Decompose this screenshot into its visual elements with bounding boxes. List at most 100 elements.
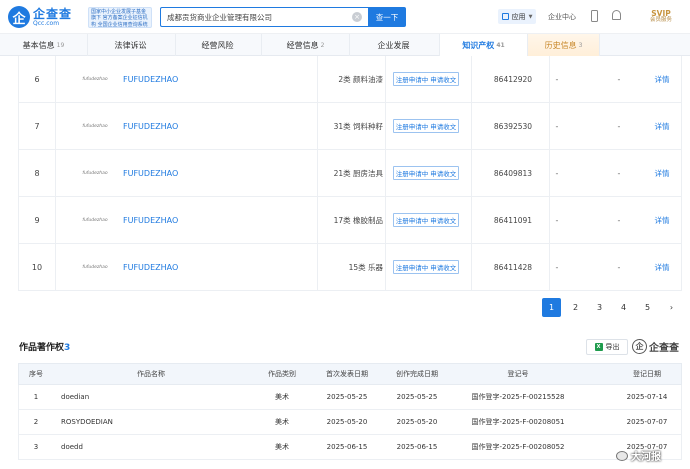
row-number: 3 [33, 443, 39, 451]
tab-legal[interactable]: 法律诉讼 [88, 34, 176, 56]
app-menu-label: 应用 [511, 12, 526, 21]
clear-icon[interactable]: × [352, 12, 362, 22]
trademark-name-link[interactable]: FUFUDEZHAO [123, 103, 253, 149]
svip-button[interactable]: SVIP 会员服务 [638, 6, 684, 28]
bell-icon[interactable] [612, 10, 621, 20]
table-row: 9 fufudezhao FUFUDEZHAO 17类 橡胶制品 注册申请中 申… [18, 197, 682, 244]
table-row: 6 fufudezhao FUFUDEZHAO 2类 颜料油漆 注册申请中 申请… [18, 56, 682, 103]
trademark-name-link[interactable]: FUFUDEZHAO [123, 244, 253, 290]
brand-logo: 企 企查查 [632, 338, 679, 355]
work-type: 美术 [275, 418, 289, 426]
weibo-icon [616, 450, 628, 461]
trademark-name-link[interactable]: FUFUDEZHAO [123, 197, 253, 243]
tab-label: 基本信息 [22, 40, 55, 50]
tab-count: 2 [320, 41, 325, 49]
phone-icon[interactable] [591, 10, 598, 22]
col-header-reg-no: 登记号 [507, 370, 529, 378]
tab-count: 19 [56, 41, 65, 49]
registration-number: 86412920 [493, 74, 533, 84]
site-logo[interactable]: 企 企查查 Qcc.com [8, 6, 72, 28]
page-4-button[interactable]: 4 [614, 298, 633, 317]
status-badge: 注册申请中 申请收文 [385, 56, 467, 102]
page-1-button[interactable]: 1 [542, 298, 561, 317]
detail-link[interactable]: 详情 [652, 56, 672, 102]
tab-label: 经营风险 [201, 40, 234, 50]
top-header: 企 企查查 Qcc.com 国家中小企业发展子基金旗下 官方备案企业征信机构 全… [0, 0, 690, 34]
trademark-image[interactable]: fufudezhao [59, 103, 131, 149]
agency: - [617, 168, 621, 178]
status-text: 注册申请中 申请收文 [392, 119, 460, 133]
svip-subtitle: 会员服务 [649, 17, 672, 24]
tab-development[interactable]: 企业发展 [350, 34, 440, 56]
table-row: 2 ROSYDOEDIAN 美术 2025-05-20 2025-05-20 国… [18, 410, 682, 435]
tab-label: 历史信息 [544, 40, 577, 50]
agency: - [617, 121, 621, 131]
watermark: 大河报 [616, 448, 661, 463]
registration-number: 国作登字-2025-F-00208052 [471, 443, 565, 451]
next-page-button[interactable]: › [662, 298, 681, 317]
row-number: 10 [31, 262, 43, 272]
table-row: 10 fufudezhao FUFUDEZHAO 15类 乐器 注册申请中 申请… [18, 244, 682, 291]
export-button[interactable]: X 导出 [586, 339, 628, 355]
tab-count: 3 [578, 41, 583, 49]
registration-date: 2025-07-14 [626, 393, 668, 401]
trademark-image[interactable]: fufudezhao [59, 244, 131, 290]
page-2-button[interactable]: 2 [566, 298, 585, 317]
status-badge: 注册申请中 申请收文 [385, 197, 467, 243]
detail-link[interactable]: 详情 [652, 244, 672, 290]
tab-basic-info[interactable]: 基本信息 19 [0, 34, 88, 56]
tab-label: 知识产权 [462, 40, 495, 50]
section-title-text: 作品著作权 [19, 343, 65, 353]
apply-date: - [555, 168, 559, 178]
trademark-image[interactable]: fufudezhao [59, 197, 131, 243]
brand-logo-icon: 企 [632, 339, 647, 354]
tab-intellectual-property[interactable]: 知识产权 41 [440, 34, 528, 56]
trademark-class: 15类 乐器 [348, 262, 383, 272]
col-header-reg-date: 登记日期 [633, 370, 661, 378]
table-row: 8 fufudezhao FUFUDEZHAO 21类 厨房洁具 注册申请中 申… [18, 150, 682, 197]
registration-number: 86392530 [493, 121, 533, 131]
registration-number: 86409813 [493, 168, 533, 178]
app-menu-button[interactable]: 应用 ▼ [498, 9, 536, 24]
col-header-type: 作品类别 [268, 370, 296, 378]
trademark-name-link[interactable]: FUFUDEZHAO [123, 150, 253, 196]
export-label: 导出 [605, 343, 620, 351]
trademark-image[interactable]: fufudezhao [59, 150, 131, 196]
copyright-table: 序号 作品名称 作品类别 首次发表日期 创作完成日期 登记号 登记日期 1 do… [18, 363, 682, 460]
detail-link[interactable]: 详情 [652, 197, 672, 243]
trademark-class: 21类 厨房洁具 [333, 168, 383, 178]
trademark-image[interactable]: fufudezhao [59, 56, 131, 102]
agency: - [617, 74, 621, 84]
registration-number: 86411428 [493, 262, 533, 272]
search-button[interactable]: 查一下 [368, 7, 406, 27]
registration-number: 国作登字-2025-F-00215528 [471, 393, 565, 401]
agency: - [617, 215, 621, 225]
watermark-text: 大河报 [631, 452, 661, 463]
page-3-button[interactable]: 3 [590, 298, 609, 317]
page-5-button[interactable]: 5 [638, 298, 657, 317]
work-type: 美术 [275, 443, 289, 451]
trademark-class: 17类 橡胶制品 [333, 215, 383, 225]
tab-operating-info[interactable]: 经营信息 2 [262, 34, 350, 56]
search-input[interactable]: 成都贡货商业企业管理有限公司 × [160, 7, 368, 27]
detail-link[interactable]: 详情 [652, 103, 672, 149]
grid-icon [501, 13, 509, 20]
work-type: 美术 [275, 393, 289, 401]
tab-operating-risk[interactable]: 经营风险 [176, 34, 262, 56]
tab-label: 企业发展 [377, 40, 410, 50]
first-publish-date: 2025-05-25 [326, 393, 368, 401]
apply-date: - [555, 121, 559, 131]
first-publish-date: 2025-06-15 [326, 443, 368, 451]
trademark-name-link[interactable]: FUFUDEZHAO [123, 56, 253, 102]
tab-history[interactable]: 历史信息 3 [528, 34, 600, 56]
status-text: 注册申请中 申请收文 [392, 72, 460, 86]
work-name: doedian [61, 393, 90, 401]
trademark-class: 31类 饲料种籽 [333, 121, 383, 131]
enterprise-center-link[interactable]: 企业中心 [548, 12, 576, 22]
slogan-badge: 国家中小企业发展子基金旗下 官方备案企业征信机构 全国企业信用查询系统 [88, 7, 152, 28]
registration-date: 2025-07-07 [626, 418, 668, 426]
detail-link[interactable]: 详情 [652, 150, 672, 196]
search-input-value: 成都贡货商业企业管理有限公司 [167, 12, 272, 22]
section-count: 3 [64, 343, 71, 353]
status-badge: 注册申请中 申请收文 [385, 244, 467, 290]
